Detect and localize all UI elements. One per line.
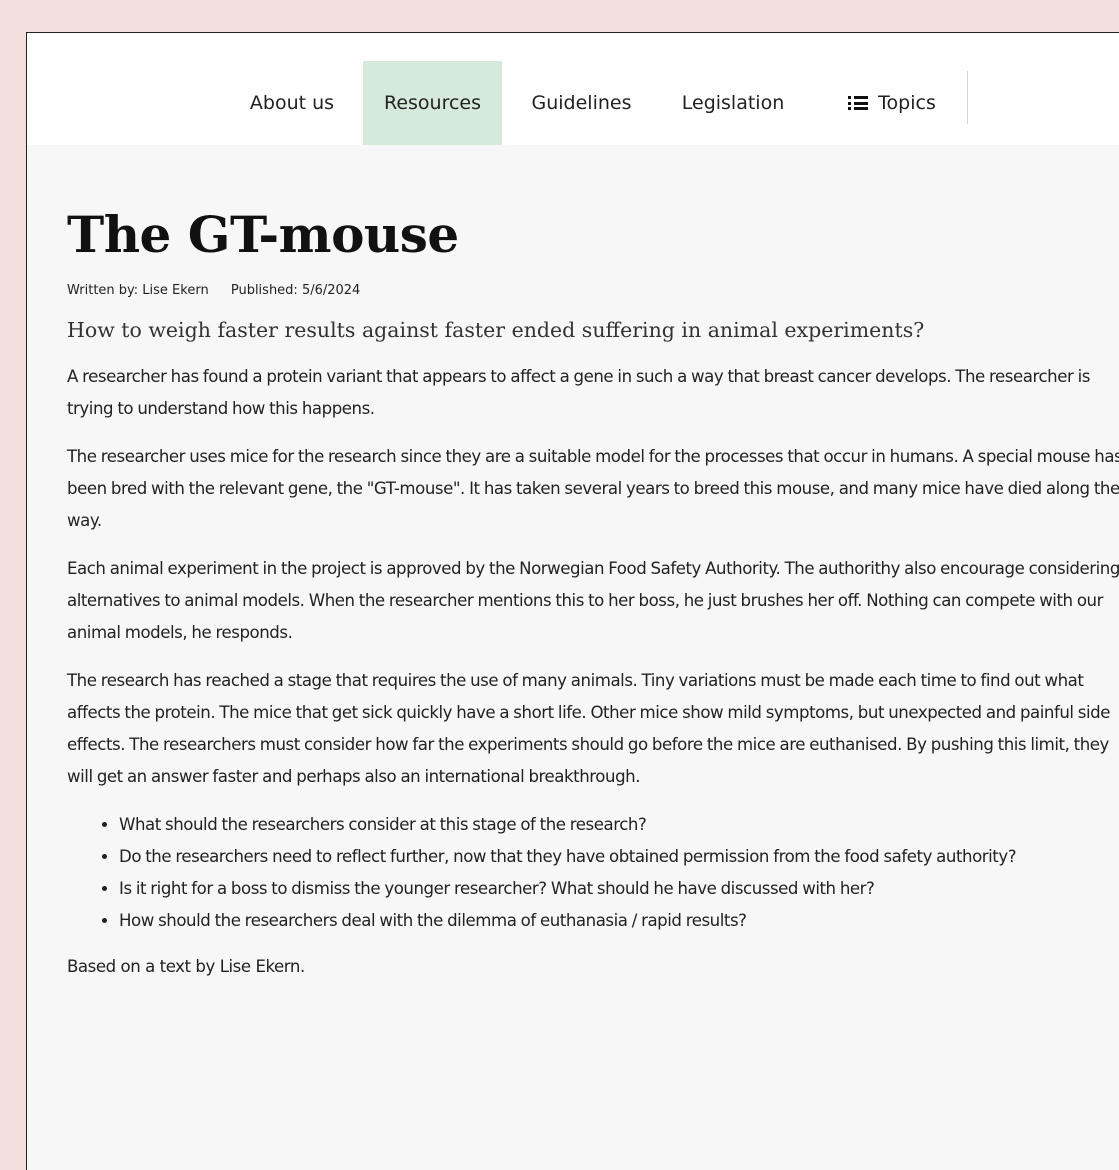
body-paragraph: A researcher has found a protein variant… <box>67 367 1090 418</box>
author-byline: Written by: Lise Ekern <box>67 283 209 298</box>
publish-date: Published: 5/6/2024 <box>230 283 361 298</box>
nav-divider <box>967 71 968 124</box>
reflection-questions-list: What should the researchers consider at … <box>67 809 1119 937</box>
body-paragraph: The researcher uses mice for the researc… <box>67 447 1119 530</box>
nav-item-label: Guidelines <box>531 92 632 114</box>
list-icon <box>848 96 869 110</box>
nav-item-about-us[interactable]: About us <box>227 61 357 145</box>
body-paragraph: Each animal experiment in the project is… <box>67 559 1119 642</box>
nav-item-label: About us <box>249 92 335 114</box>
nav-item-topics[interactable]: Topics <box>822 61 962 145</box>
list-item: How should the researchers deal with the… <box>119 905 1119 937</box>
list-item: Do the researchers need to reflect furth… <box>119 841 1119 873</box>
nav-item-guidelines[interactable]: Guidelines <box>509 61 654 145</box>
page-title: The GT-mouse <box>67 205 459 264</box>
browser-viewport: About us Resources Guidelines Legislatio… <box>26 32 1119 1170</box>
nav-item-label: Resources <box>383 92 482 114</box>
list-item: What should the researchers consider at … <box>119 809 1119 841</box>
lead-question: How to weigh faster results against fast… <box>67 318 925 342</box>
nav-item-legislation[interactable]: Legislation <box>663 61 803 145</box>
article-meta: Written by: Lise Ekern Published: 5/6/20… <box>67 283 1119 303</box>
nav-item-resources[interactable]: Resources <box>363 61 502 145</box>
source-credit: Based on a text by Lise Ekern. <box>67 957 305 976</box>
nav-item-label: Legislation <box>681 92 785 114</box>
article: The GT-mouse Written by: Lise Ekern Publ… <box>67 203 1119 983</box>
top-navigation: About us Resources Guidelines Legislatio… <box>27 33 1119 145</box>
nav-item-label: Topics <box>878 92 936 114</box>
list-item: Is it right for a boss to dismiss the yo… <box>119 873 1119 905</box>
body-paragraph: The research has reached a stage that re… <box>67 671 1111 786</box>
